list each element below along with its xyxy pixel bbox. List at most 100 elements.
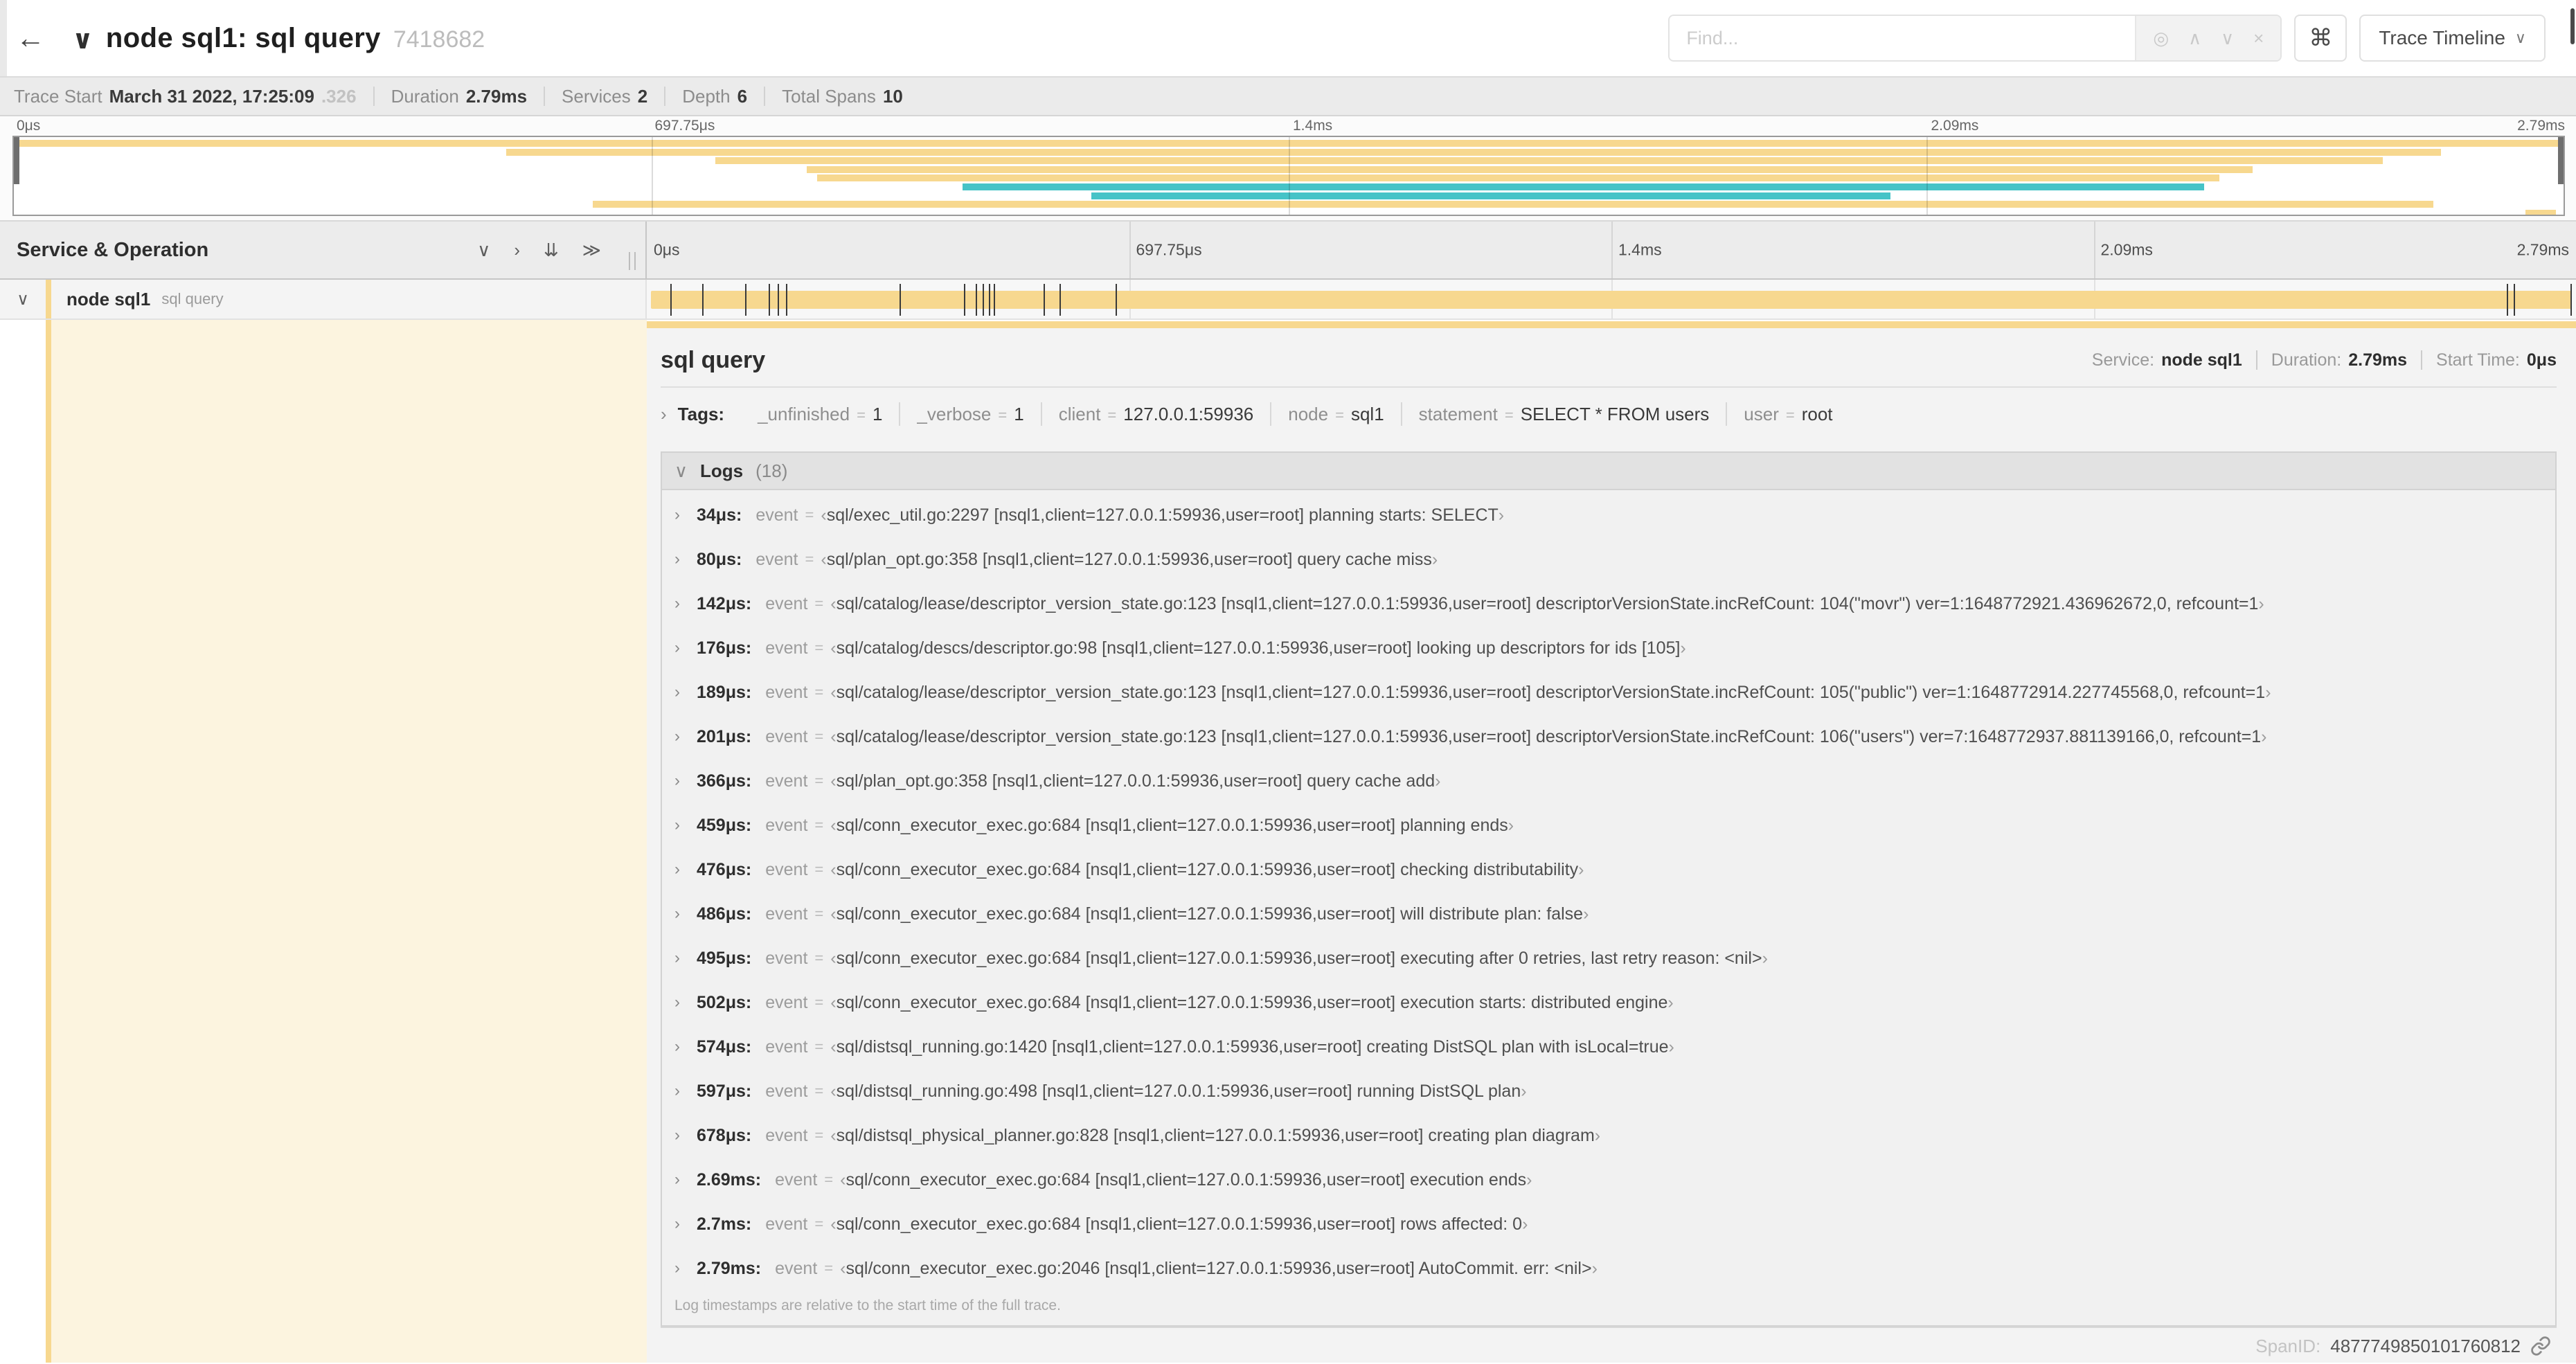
span-detail-header: sql query Service: node sql1 Duration: 2.79…	[661, 339, 2557, 381]
log-row[interactable]: › 486μs: event = ‹sql/conn_executor_exec.go:…	[662, 892, 2555, 936]
open-quote: ‹	[830, 948, 837, 968]
log-message: ‹sql/catalog/lease/descriptor_version_st…	[830, 683, 2271, 703]
tag-item: client = 127.0.0.1:59936	[1042, 404, 1271, 425]
minimap-canvas[interactable]	[12, 136, 2565, 216]
chevron-right-icon: ›	[674, 816, 680, 834]
trace-stat-label: Depth	[682, 85, 731, 107]
span-detail-title: sql query	[661, 346, 766, 373]
chevron-right-icon: ›	[674, 1126, 680, 1145]
gridline	[2093, 222, 2095, 278]
logs-header[interactable]: ∨ Logs (18)	[662, 453, 2555, 490]
tag-item: user = root	[1727, 404, 1849, 425]
column-resizer-handle[interactable]	[629, 252, 636, 270]
log-row[interactable]: › 201μs: event = ‹sql/catalog/lease/descript…	[662, 715, 2555, 759]
log-marker	[777, 284, 779, 316]
scrollbar-thumb[interactable]	[2570, 8, 2575, 44]
close-quote: ›	[1667, 992, 1674, 1012]
logs-title: Logs	[700, 460, 744, 481]
tags-toggle[interactable]: › Tags:	[661, 404, 724, 425]
keyboard-shortcuts-button[interactable]: ⌘	[2294, 15, 2347, 62]
clear-find-icon[interactable]: ×	[2253, 29, 2264, 47]
gridline	[1129, 222, 1131, 278]
span-collapse-icon[interactable]: ∨	[0, 289, 46, 309]
log-row[interactable]: › 2.69ms: event = ‹sql/conn_executor_exec.go…	[662, 1158, 2555, 1202]
chevron-right-icon: ›	[674, 1259, 680, 1277]
minimap-right-scrubber[interactable]	[2558, 137, 2564, 184]
log-message-text: sql/plan_opt.go:358 [nsql1,client=127.0.…	[836, 771, 1435, 791]
log-marker	[2514, 284, 2516, 316]
log-row[interactable]: › 476μs: event = ‹sql/conn_executor_exec.go:…	[662, 847, 2555, 892]
equals-sign: =	[814, 683, 824, 701]
close-quote: ›	[1583, 904, 1589, 924]
deep-link-icon[interactable]	[2530, 1336, 2551, 1356]
log-row[interactable]: › 80μs: event = ‹sql/plan_opt.go:358 [nsql1,…	[662, 537, 2555, 582]
log-row[interactable]: › 34μs: event = ‹sql/exec_util.go:2297 [nsql…	[662, 493, 2555, 537]
span-row-timeline	[647, 280, 2576, 318]
chevron-right-icon: ›	[674, 860, 680, 879]
log-field-key: event	[765, 904, 808, 924]
trace-collapse-icon[interactable]: ∨	[72, 24, 93, 55]
log-field-key: event	[755, 549, 798, 569]
left-edge-strip	[0, 0, 7, 76]
timeline-grid-header: Service & Operation ∨ › ⇊ ≫ 0μs 697.75μs 1…	[0, 220, 2576, 280]
log-row[interactable]: › 495μs: event = ‹sql/conn_executor_exec.go:…	[662, 936, 2555, 980]
log-row[interactable]: › 678μs: event = ‹sql/distsql_physical_plann…	[662, 1113, 2555, 1158]
span-row[interactable]: ∨ node sql1 sql query	[0, 280, 2576, 320]
open-quote: ‹	[830, 638, 837, 658]
span-row-name-cell[interactable]: ∨ node sql1 sql query	[0, 280, 647, 318]
close-quote: ›	[1435, 771, 1441, 791]
trace-view-select[interactable]: Trace Timeline ∨	[2359, 15, 2546, 62]
close-quote: ›	[1762, 948, 1768, 968]
log-row[interactable]: › 366μs: event = ‹sql/plan_opt.go:358 [nsql1…	[662, 759, 2555, 803]
equals-sign: =	[814, 994, 824, 1011]
top-bar-right: ◎ ∧ ∨ × ⌘ Trace Timeline ∨	[1668, 15, 2576, 62]
equals-sign: =	[814, 639, 824, 656]
log-timestamp: 2.69ms:	[697, 1169, 762, 1190]
minimap-left-scrubber[interactable]	[14, 137, 19, 184]
collapse-one-icon[interactable]: ∨	[477, 240, 490, 261]
span-duration-bar[interactable]	[650, 291, 2573, 309]
next-match-icon[interactable]: ∨	[2221, 29, 2234, 47]
log-message-text: sql/distsql_running.go:498 [nsql1,client…	[836, 1081, 1521, 1101]
log-field-key: event	[765, 815, 808, 835]
back-button[interactable]: ←	[0, 0, 61, 76]
log-timestamp: 142μs:	[697, 593, 752, 613]
log-row[interactable]: › 2.79ms: event = ‹sql/conn_executor_exec.go…	[662, 1246, 2555, 1291]
log-message: ‹sql/plan_opt.go:358 [nsql1,client=127.0…	[830, 771, 1440, 791]
minimap-span	[506, 148, 2442, 156]
open-quote: ‹	[830, 904, 837, 924]
prev-match-icon[interactable]: ∧	[2188, 29, 2201, 47]
log-message-text: sql/conn_executor_exec.go:684 [nsql1,cli…	[836, 992, 1668, 1012]
log-row[interactable]: › 597μs: event = ‹sql/distsql_running.go:498…	[662, 1069, 2555, 1113]
log-row[interactable]: › 176μs: event = ‹sql/catalog/descs/descript…	[662, 626, 2555, 670]
log-rows: › 34μs: event = ‹sql/exec_util.go:2297 [nsql…	[662, 490, 2555, 1291]
log-row[interactable]: › 459μs: event = ‹sql/conn_executor_exec.go:…	[662, 803, 2555, 847]
expand-all-icon[interactable]: ≫	[582, 240, 601, 261]
tag-item: _verbose = 1	[900, 404, 1040, 425]
log-timestamp: 80μs:	[697, 549, 742, 569]
focus-match-icon[interactable]: ◎	[2153, 29, 2169, 47]
equals-sign: =	[814, 905, 824, 922]
tag-value: 1	[1014, 403, 1024, 424]
open-quote: ‹	[830, 992, 837, 1012]
log-row[interactable]: › 574μs: event = ‹sql/distsql_running.go:142…	[662, 1025, 2555, 1069]
log-message-text: sql/catalog/lease/descriptor_version_sta…	[836, 682, 2266, 702]
tag-value: root	[1801, 403, 1833, 424]
log-row[interactable]: › 2.7ms: event = ‹sql/conn_executor_exec.go:…	[662, 1202, 2555, 1246]
log-row[interactable]: › 142μs: event = ‹sql/catalog/lease/descript…	[662, 582, 2555, 626]
log-row[interactable]: › 189μs: event = ‹sql/catalog/lease/descript…	[662, 670, 2555, 715]
equals-sign: =	[1107, 406, 1117, 424]
log-marker	[1116, 284, 1118, 316]
separator	[373, 87, 375, 106]
open-quote: ‹	[830, 815, 837, 835]
log-field-key: event	[765, 1125, 808, 1145]
log-field-key: event	[765, 1037, 808, 1057]
log-row[interactable]: › 502μs: event = ‹sql/conn_executor_exec.go:…	[662, 980, 2555, 1025]
log-marker	[701, 284, 704, 316]
expand-one-icon[interactable]: ›	[514, 240, 520, 261]
time-tick-label: 1.4ms	[1618, 240, 1662, 259]
log-marker	[994, 284, 996, 316]
collapse-all-icon[interactable]: ⇊	[544, 240, 559, 261]
find-input[interactable]	[1670, 16, 2136, 60]
time-tick-label: 0μs	[654, 240, 680, 259]
